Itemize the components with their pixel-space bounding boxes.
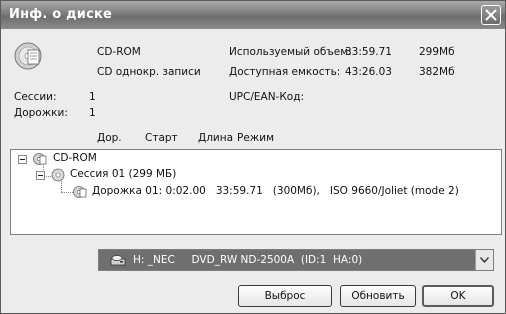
tree-track-label[interactable]: Дорожка 01: 0:02.00 33:59.71 (300Мб), IS…: [92, 185, 459, 197]
close-icon: [485, 9, 497, 21]
collapse-session-toggle[interactable]: [36, 171, 45, 180]
tree-root-label[interactable]: CD-ROM: [53, 152, 97, 164]
sessions-label: Сессии:: [14, 91, 57, 103]
used-size: 299Мб: [419, 46, 455, 58]
column-start: Старт: [145, 132, 178, 144]
drive-select[interactable]: H: _NEC DVD_RW ND-2500A (ID:1 HA:0): [98, 249, 494, 271]
title-bar[interactable]: Инф. о диске: [1, 1, 505, 29]
upc-label: UPC/EAN-Код:: [229, 91, 305, 103]
tree-session-label[interactable]: Сессия 01 (299 МБ): [70, 168, 176, 180]
disc-type: CD-ROM: [97, 46, 141, 58]
close-button[interactable]: [481, 5, 501, 25]
used-label: Используемый объем:: [229, 46, 352, 58]
free-time: 43:26.03: [345, 66, 392, 78]
free-label: Доступная емкость:: [229, 66, 341, 78]
column-length: Длина: [198, 132, 234, 144]
disc-subtype: CD однокр. записи: [97, 66, 201, 78]
window-title: Инф. о диске: [9, 7, 113, 22]
disc-info-dialog: Инф. о диске CD-ROM CD однокр. записи Ис…: [0, 0, 506, 314]
track-icon: [73, 186, 87, 198]
ok-button[interactable]: OK: [422, 285, 494, 307]
collapse-root-toggle[interactable]: [18, 155, 27, 164]
session-disc-icon: [51, 168, 65, 182]
drive-icon: [110, 255, 126, 266]
cd-rom-icon: [33, 153, 47, 165]
refresh-button[interactable]: Обновить: [340, 285, 416, 307]
tracks-value: 1: [89, 107, 96, 119]
chevron-down-icon: [480, 257, 489, 263]
eject-button[interactable]: Выброс: [238, 285, 332, 307]
column-mode: Режим: [237, 132, 274, 144]
drive-dropdown-button[interactable]: [475, 250, 493, 270]
drive-select-value: H: _NEC DVD_RW ND-2500A (ID:1 HA:0): [133, 254, 363, 266]
used-time: 33:59.71: [345, 46, 392, 58]
disc-tree-view[interactable]: CD-ROM Сессия 01 (299 МБ) Дорожка 01: 0:…: [10, 149, 502, 235]
tracks-label: Дорожки:: [14, 107, 68, 119]
free-size: 382Мб: [419, 66, 455, 78]
column-track: Дор.: [97, 132, 122, 144]
disc-document-icon: [14, 42, 42, 70]
sessions-value: 1: [89, 91, 96, 103]
